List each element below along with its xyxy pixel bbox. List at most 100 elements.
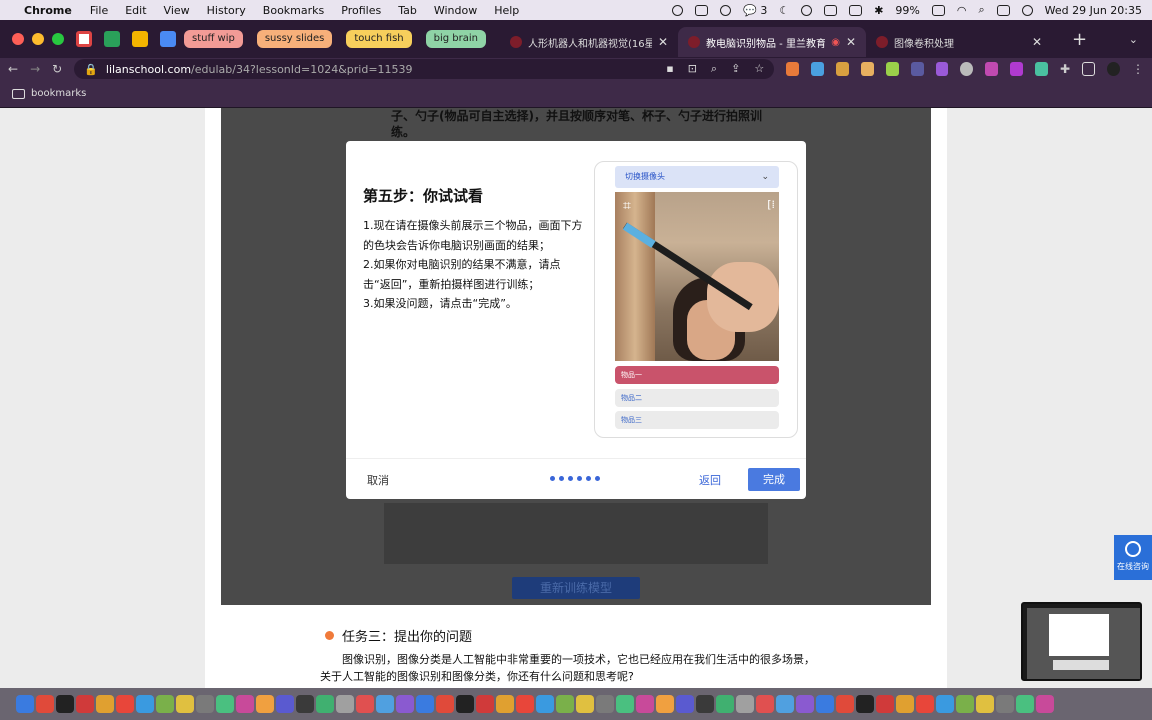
tab-image-convolution[interactable]: 图像卷积处理 ✕ xyxy=(866,27,1052,57)
dock-app-icon[interactable] xyxy=(556,695,574,713)
chrome-menu-icon[interactable]: ⋮ xyxy=(1132,62,1144,76)
dock-app-icon[interactable] xyxy=(16,695,34,713)
screen-mirror-icon[interactable] xyxy=(849,4,863,16)
extension-icon[interactable] xyxy=(835,62,849,76)
dock-app-icon[interactable] xyxy=(696,695,714,713)
dock-app-icon[interactable] xyxy=(716,695,734,713)
tab-teach-computer[interactable]: 教电脑识别物品 - 里兰教育 ◉ ✕ xyxy=(678,27,866,57)
translate-icon[interactable]: ⊡ xyxy=(688,62,697,76)
extension-icon[interactable] xyxy=(1035,62,1048,76)
dock-app-icon[interactable] xyxy=(476,695,494,713)
tab-robot-vision[interactable]: 人形机器人和机器视觉(16星期,第 ✕ xyxy=(500,27,678,57)
close-tab-icon[interactable]: ✕ xyxy=(846,35,856,49)
extension-icon[interactable] xyxy=(910,62,924,76)
dock-app-icon[interactable] xyxy=(256,695,274,713)
dock-app-icon[interactable] xyxy=(176,695,194,713)
dock-app-icon[interactable] xyxy=(576,695,594,713)
dock-app-icon[interactable] xyxy=(836,695,854,713)
dock-app-icon[interactable] xyxy=(756,695,774,713)
camera-in-use-icon[interactable]: ▪ xyxy=(666,62,673,76)
dock-app-icon[interactable] xyxy=(396,695,414,713)
dock-app-icon[interactable] xyxy=(436,695,454,713)
extension-icon[interactable] xyxy=(1010,62,1024,76)
menu-history[interactable]: History xyxy=(207,4,246,17)
dock-app-icon[interactable] xyxy=(776,695,794,713)
record-icon[interactable] xyxy=(672,4,684,16)
address-bar[interactable]: 🔒 lilanschool.com/edulab/34?lessonId=102… xyxy=(74,59,775,79)
dock-app-icon[interactable] xyxy=(616,695,634,713)
reload-icon[interactable]: ↻ xyxy=(52,62,62,76)
back-button[interactable]: 返回 xyxy=(699,472,721,488)
extension-icon[interactable] xyxy=(811,62,824,76)
dock-app-icon[interactable] xyxy=(936,695,954,713)
dock-app-icon[interactable] xyxy=(456,695,474,713)
dock-app-icon[interactable] xyxy=(336,695,354,713)
dock-app-icon[interactable] xyxy=(356,695,374,713)
zoom-icon[interactable]: ⌕ xyxy=(711,62,717,76)
menu-bookmarks[interactable]: Bookmarks xyxy=(263,4,324,17)
moon-icon[interactable]: ☾ xyxy=(779,4,789,17)
menu-tab[interactable]: Tab xyxy=(398,4,417,17)
bookmark-star-icon[interactable]: ☆ xyxy=(754,62,764,76)
dock-app-icon[interactable] xyxy=(236,695,254,713)
dock-app-icon[interactable] xyxy=(376,695,394,713)
extensions-puzzle-icon[interactable]: ✚ xyxy=(1060,62,1070,76)
control-center-icon[interactable] xyxy=(996,4,1010,16)
menu-file[interactable]: File xyxy=(90,4,108,17)
dock-app-icon[interactable] xyxy=(136,695,154,713)
dock-app-icon[interactable] xyxy=(1016,695,1034,713)
dock-app-icon[interactable] xyxy=(116,695,134,713)
dock-app-icon[interactable] xyxy=(636,695,654,713)
extension-icon[interactable] xyxy=(985,62,999,76)
menu-help[interactable]: Help xyxy=(494,4,519,17)
keep-icon[interactable] xyxy=(132,31,148,47)
dock-app-icon[interactable] xyxy=(416,695,434,713)
dock-app-icon[interactable] xyxy=(996,695,1014,713)
play-icon[interactable] xyxy=(720,4,732,16)
dock-app-icon[interactable] xyxy=(876,695,894,713)
new-tab-icon[interactable]: + xyxy=(1072,29,1087,50)
dock-app-icon[interactable] xyxy=(96,695,114,713)
dock-app-icon[interactable] xyxy=(156,695,174,713)
extension-icon[interactable] xyxy=(935,62,949,76)
tab-group-stuff-wip[interactable]: stuff wip xyxy=(184,30,243,48)
dock-app-icon[interactable] xyxy=(736,695,754,713)
minimize-window-icon[interactable] xyxy=(32,33,44,45)
dock-app-icon[interactable] xyxy=(36,695,54,713)
screen-preview-thumbnail[interactable] xyxy=(1021,602,1142,681)
wechat-icon[interactable]: 💬 3 xyxy=(743,4,767,17)
mirror-icon[interactable]: [⁞ xyxy=(767,198,775,211)
close-window-icon[interactable] xyxy=(12,33,24,45)
battery-icon[interactable] xyxy=(931,4,945,16)
zoom-window-icon[interactable] xyxy=(52,33,64,45)
dock-app-icon[interactable] xyxy=(276,695,294,713)
share-icon[interactable]: ⇪ xyxy=(731,62,740,76)
lock-icon[interactable]: 🔒 xyxy=(84,63,98,76)
dock-app-icon[interactable] xyxy=(296,695,314,713)
extension-icon[interactable] xyxy=(786,62,800,76)
menu-window[interactable]: Window xyxy=(434,4,477,17)
drive-icon[interactable] xyxy=(104,31,120,47)
forward-icon[interactable]: → xyxy=(30,62,40,76)
crop-icon[interactable]: ⌗ xyxy=(623,198,631,214)
dock-app-icon[interactable] xyxy=(216,695,234,713)
online-help-button[interactable]: 在线咨询 xyxy=(1114,535,1152,580)
done-button[interactable]: 完成 xyxy=(748,468,800,491)
tab-group-sussy-slides[interactable]: sussy slides xyxy=(256,30,333,48)
menu-app-name[interactable]: Chrome xyxy=(24,4,72,17)
retrain-model-button[interactable]: 重新训练模型 xyxy=(512,577,640,599)
dock-app-icon[interactable] xyxy=(496,695,514,713)
dock-app-icon[interactable] xyxy=(536,695,554,713)
tab-group-big-brain[interactable]: big brain xyxy=(425,30,486,48)
dock-app-icon[interactable] xyxy=(316,695,334,713)
bookmarks-folder[interactable]: bookmarks xyxy=(31,88,86,99)
dock-app-icon[interactable] xyxy=(516,695,534,713)
dock-app-icon[interactable] xyxy=(1036,695,1054,713)
wifi-icon[interactable]: ◠ xyxy=(957,4,967,17)
profile-avatar[interactable] xyxy=(1107,62,1120,76)
camera-select[interactable]: 切换摄像头 ⌄ xyxy=(615,166,779,188)
side-panel-icon[interactable] xyxy=(1082,62,1096,76)
siri-icon[interactable] xyxy=(1021,4,1033,16)
back-icon[interactable]: ← xyxy=(8,62,18,76)
extension-icon[interactable] xyxy=(960,62,974,76)
